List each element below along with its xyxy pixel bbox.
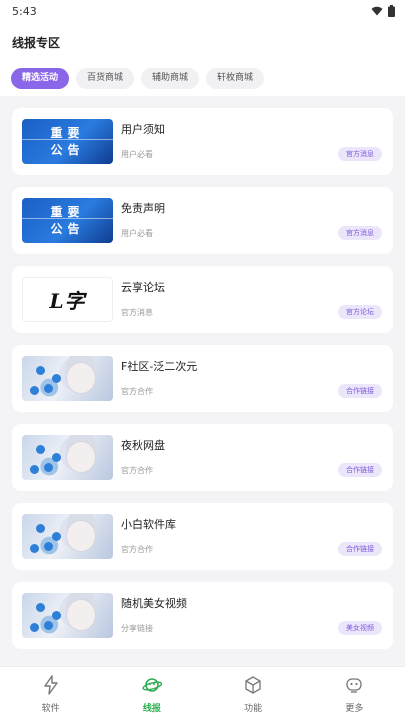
item-badge: 官方消息 <box>338 226 382 240</box>
artwork-face <box>66 599 96 631</box>
nav-item-software[interactable]: 软件 <box>0 667 101 721</box>
item-title: 云享论坛 <box>121 281 165 294</box>
list-item[interactable]: 夜秋网盘 官方合作 合作链接 <box>12 424 393 491</box>
artwork-flower <box>36 445 45 454</box>
anime-artwork-thumbnail <box>22 593 113 638</box>
tab-general-store[interactable]: 百货商城 <box>76 68 135 89</box>
item-badge: 合作链接 <box>338 542 382 556</box>
list-item[interactable]: 随机美女视频 分享链接 美女视频 <box>12 582 393 649</box>
artwork-flower <box>44 463 53 472</box>
forum-logo-thumbnail: L字 <box>22 277 113 322</box>
battery-icon <box>388 5 395 17</box>
status-time: 5:43 <box>12 4 37 18</box>
nav-label: 更多 <box>345 704 364 714</box>
robot-icon <box>346 678 363 693</box>
artwork-flower <box>44 621 53 630</box>
anime-artwork-thumbnail <box>22 435 113 480</box>
nav-item-deals[interactable]: 线报 <box>101 667 202 721</box>
item-badge: 合作链接 <box>338 384 382 398</box>
notice-thumbnail: 重要 公告 <box>22 198 113 243</box>
thumb-text-line: 公告 <box>50 142 85 157</box>
list-item[interactable]: L字 云享论坛 官方消息 官方论坛 <box>12 266 393 333</box>
artwork-flower <box>52 532 61 541</box>
list-item[interactable]: F社区-泛二次元 官方合作 合作链接 <box>12 345 393 412</box>
item-subtitle: 分享链接 <box>121 624 153 633</box>
item-title: F社区-泛二次元 <box>121 360 198 373</box>
item-subtitle: 官方消息 <box>121 308 153 317</box>
anime-artwork-thumbnail <box>22 356 113 401</box>
lightning-icon <box>43 675 58 695</box>
item-title: 夜秋网盘 <box>121 439 165 452</box>
item-subtitle: 用户必看 <box>121 229 153 238</box>
status-bar: 5:43 <box>0 0 405 22</box>
tab-helper-store[interactable]: 辅助商城 <box>141 68 200 89</box>
header: 线报专区 精选活动 百货商城 辅助商城 轩枚商城 <box>0 22 405 96</box>
item-title: 用户须知 <box>121 123 165 136</box>
wifi-icon <box>371 6 383 16</box>
item-badge: 美女视频 <box>338 621 382 635</box>
tab-featured-activities[interactable]: 精选活动 <box>11 68 70 89</box>
item-title: 免责声明 <box>121 202 165 215</box>
artwork-flower <box>30 465 39 474</box>
thumb-text-line: 重要 <box>50 125 85 140</box>
artwork-face <box>66 362 96 394</box>
item-list: 重要 公告 用户须知 用户必看 官方消息 重要 公告 免责声明 用户必看 官方消息 … <box>12 108 393 661</box>
artwork-flower <box>36 603 45 612</box>
forum-logo: L字 <box>49 289 86 313</box>
page-title: 线报专区 <box>12 36 61 50</box>
artwork-flower <box>30 544 39 553</box>
nav-label: 软件 <box>41 704 60 714</box>
bottom-nav: 软件 线报 功能 更多 <box>0 666 405 721</box>
item-badge: 合作链接 <box>338 463 382 477</box>
item-subtitle: 官方合作 <box>121 466 153 475</box>
artwork-flower <box>44 384 53 393</box>
artwork-flower <box>52 611 61 620</box>
item-subtitle: 官方合作 <box>121 387 153 396</box>
nav-item-features[interactable]: 功能 <box>203 667 304 721</box>
status-icons <box>371 5 395 17</box>
anime-artwork-thumbnail <box>22 514 113 559</box>
item-subtitle: 官方合作 <box>121 545 153 554</box>
artwork-flower <box>30 386 39 395</box>
notice-thumbnail: 重要 公告 <box>22 119 113 164</box>
nav-label: 功能 <box>244 704 263 714</box>
artwork-flower <box>30 623 39 632</box>
planet-icon <box>142 678 162 692</box>
item-badge: 官方消息 <box>338 147 382 161</box>
item-title: 随机美女视频 <box>121 597 187 610</box>
category-tabs: 精选活动 百货商城 辅助商城 轩枚商城 <box>11 68 265 89</box>
item-title: 小白软件库 <box>121 518 176 531</box>
thumb-text-line: 公告 <box>50 221 85 236</box>
artwork-face <box>66 520 96 552</box>
list-item[interactable]: 重要公告 免责声明 用户必看 官方消息 <box>12 187 393 254</box>
item-badge: 官方论坛 <box>338 305 382 319</box>
nav-label: 线报 <box>142 704 161 714</box>
list-item[interactable]: 小白软件库 官方合作 合作链接 <box>12 503 393 570</box>
item-subtitle: 用户必看 <box>121 150 153 159</box>
artwork-face <box>66 441 96 473</box>
thumb-text-line: 重要 <box>50 204 85 219</box>
artwork-flower <box>44 542 53 551</box>
nav-item-more[interactable]: 更多 <box>304 667 405 721</box>
artwork-flower <box>52 453 61 462</box>
cube-icon <box>245 676 261 694</box>
artwork-flower <box>36 366 45 375</box>
artwork-flower <box>52 374 61 383</box>
list-item[interactable]: 重要公告 用户须知 用户必看 官方消息 <box>12 108 393 175</box>
tab-xuanmei-store[interactable]: 轩枚商城 <box>206 68 265 89</box>
artwork-flower <box>36 524 45 533</box>
